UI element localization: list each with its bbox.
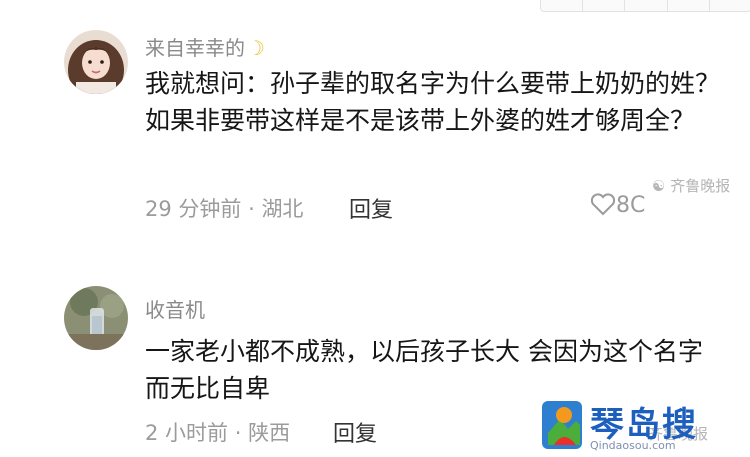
comment-time: 2 小时前	[145, 421, 229, 445]
toolbar-cell	[710, 0, 750, 11]
reply-button[interactable]: 回复	[333, 416, 377, 448]
comment-text: 一家老小都不成熟，以后孩子长大 会因为这个名字而无比自卑	[145, 337, 703, 403]
username[interactable]: 收音机	[145, 294, 205, 323]
toolbar-cell	[541, 0, 584, 11]
logo-mark-icon	[542, 401, 582, 449]
comment-meta: 2 小时前 · 陕西	[145, 421, 291, 445]
comment-text: 我就想问：孙子辈的取名字为什么要带上奶奶的姓？如果非要带这样是不是该带上外婆的姓…	[145, 69, 721, 135]
top-toolbar-fragment	[540, 0, 750, 12]
like-count: 8C	[616, 193, 646, 218]
comment-time: 29 分钟前	[145, 197, 242, 221]
reply-button[interactable]: 回复	[349, 192, 393, 224]
avatar[interactable]	[64, 286, 128, 350]
username[interactable]: 来自幸幸的 ☽	[145, 32, 265, 61]
watermark: ☯ 齐鲁晚报	[652, 177, 731, 195]
site-logo: 琴岛搜 Qindaosou.com	[538, 397, 750, 457]
heart-icon	[590, 193, 616, 216]
comment-meta: 29 分钟前 · 湖北	[145, 197, 304, 221]
logo-url: Qindaosou.com	[590, 439, 676, 452]
moon-icon: ☽	[247, 36, 265, 60]
comment-location: 陕西	[248, 421, 291, 445]
toolbar-cell	[625, 0, 668, 11]
like-button[interactable]: 8C	[590, 192, 645, 218]
toolbar-cell	[668, 0, 710, 11]
toolbar-cell	[583, 0, 626, 11]
comment-location: 湖北	[261, 197, 304, 221]
avatar[interactable]	[64, 30, 128, 94]
